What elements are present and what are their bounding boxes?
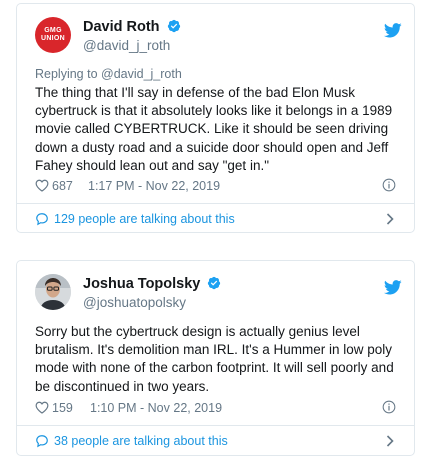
conversation-link[interactable]: 38 people are talking about this [35,433,396,453]
heart-icon[interactable] [35,179,49,192]
chevron-right-icon [386,213,394,225]
author-name-text: David Roth [83,19,160,35]
author-handle[interactable]: @joshuatopolsky [83,295,186,310]
author-handle[interactable]: @david_j_roth [83,38,170,53]
divider [17,425,414,426]
verified-badge-icon [167,19,180,33]
author-name[interactable]: Joshua Topolsky [83,276,221,292]
timestamp[interactable]: 1:10 PM - Nov 22, 2019 [90,401,222,415]
reply-context[interactable]: Replying to @david_j_roth [35,67,182,81]
chevron-right-icon [386,435,394,447]
avatar[interactable]: GMG UNION [35,17,71,53]
divider [17,203,414,204]
tweet-card[interactable]: GMG UNION David Roth @david_j_roth Reply… [16,3,415,233]
tweet-meta: 159 1:10 PM - Nov 22, 2019 [35,400,396,418]
tweet-text: Sorry but the cybertruck design is actua… [35,324,394,394]
tweet-card[interactable]: Joshua Topolsky @joshuatopolsky Sorry bu… [16,260,415,456]
info-icon[interactable] [382,400,396,414]
tweet-header: GMG UNION David Roth @david_j_roth [35,17,402,61]
conversation-text: 129 people are talking about this [54,212,235,226]
twitter-bird-icon[interactable] [384,280,402,295]
verified-badge-icon [208,276,221,290]
twitter-bird-icon[interactable] [384,23,402,38]
like-count: 687 [52,179,73,193]
author-name-text: Joshua Topolsky [83,276,201,292]
conversation-text: 38 people are talking about this [54,434,228,448]
author-name[interactable]: David Roth [83,19,181,35]
tweet-text: The thing that I'll say in defense of th… [35,85,393,173]
avatar[interactable] [35,274,71,310]
tweet-header: Joshua Topolsky @joshuatopolsky [35,274,402,318]
speech-bubble-icon [36,213,48,226]
like-count: 159 [52,401,73,415]
speech-bubble-icon [36,435,48,448]
info-icon[interactable] [382,178,396,192]
conversation-link[interactable]: 129 people are talking about this [35,211,396,231]
avatar-text-line-1: GMG [44,27,62,34]
heart-icon[interactable] [35,401,49,414]
timestamp[interactable]: 1:17 PM - Nov 22, 2019 [88,179,220,193]
avatar-text-line-2: UNION [40,35,66,42]
person-photo-icon [35,274,71,310]
tweet-meta: 687 1:17 PM - Nov 22, 2019 [35,178,396,196]
